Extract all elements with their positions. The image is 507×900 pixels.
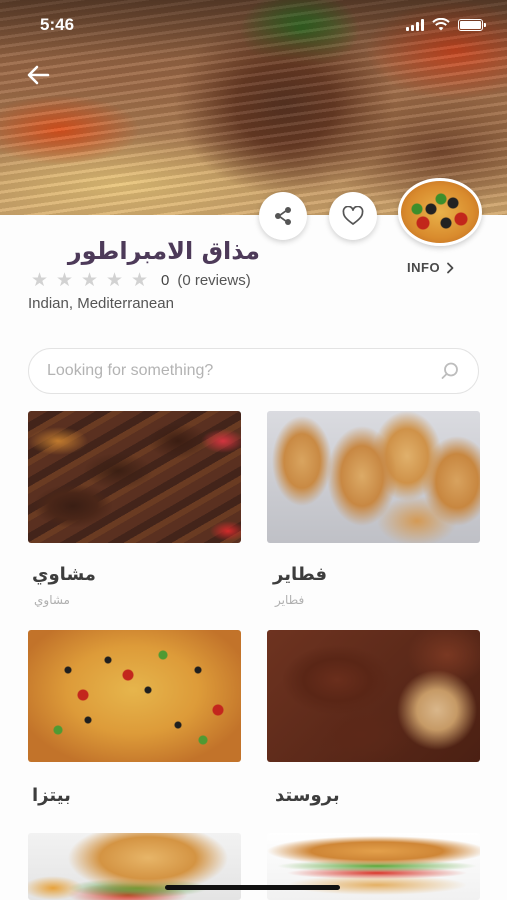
star-icon: ★ xyxy=(130,270,149,291)
search-input[interactable]: Looking for something? xyxy=(47,362,440,380)
cuisine-text: Indian, Mediterranean xyxy=(28,295,174,312)
back-arrow-icon xyxy=(27,65,50,85)
chevron-right-icon xyxy=(447,262,454,273)
wifi-icon xyxy=(432,18,450,31)
heart-icon xyxy=(342,206,364,225)
share-icon xyxy=(275,207,291,225)
restaurant-logo xyxy=(398,178,482,246)
rating-count: (0 reviews) xyxy=(177,272,251,289)
home-indicator[interactable] xyxy=(165,885,340,890)
star-icon: ★ xyxy=(30,270,49,291)
signal-icon xyxy=(406,18,424,31)
category-image xyxy=(267,630,480,762)
favorite-button[interactable] xyxy=(329,192,377,240)
star-icon: ★ xyxy=(80,270,99,291)
category-card-pizza[interactable]: بيتزا xyxy=(28,630,241,806)
rating-row: ★ ★ ★ ★ ★ 0 (0 reviews) xyxy=(28,271,251,290)
star-icon: ★ xyxy=(55,270,74,291)
category-card-grills[interactable]: مشاوي مشاوي xyxy=(28,411,241,607)
star-icon: ★ xyxy=(105,270,124,291)
category-title: بروستد xyxy=(275,785,340,806)
battery-icon xyxy=(458,18,486,31)
category-card-broasted[interactable]: بروستد xyxy=(267,630,480,806)
info-link[interactable]: INFO xyxy=(407,260,454,275)
category-subtitle: فطاير xyxy=(275,593,305,607)
category-image xyxy=(28,411,241,543)
search-bar[interactable]: Looking for something? xyxy=(28,348,479,394)
category-image xyxy=(28,630,241,762)
status-icons xyxy=(406,18,486,31)
category-title: بيتزا xyxy=(32,785,71,806)
restaurant-name: مذاق الامبراطور xyxy=(67,237,260,265)
share-button[interactable] xyxy=(259,192,307,240)
category-title: فطاير xyxy=(273,564,328,585)
category-subtitle: مشاوي xyxy=(34,593,70,607)
category-image xyxy=(267,411,480,543)
status-time: 5:46 xyxy=(40,15,75,34)
info-label: INFO xyxy=(407,260,441,275)
rating-value: 0 xyxy=(161,272,170,289)
search-icon[interactable] xyxy=(440,361,460,381)
status-bar: 5:46 xyxy=(0,0,507,50)
category-title: مشاوي xyxy=(32,564,96,585)
category-card-pastries[interactable]: فطاير فطاير xyxy=(267,411,480,607)
back-button[interactable] xyxy=(24,62,54,88)
